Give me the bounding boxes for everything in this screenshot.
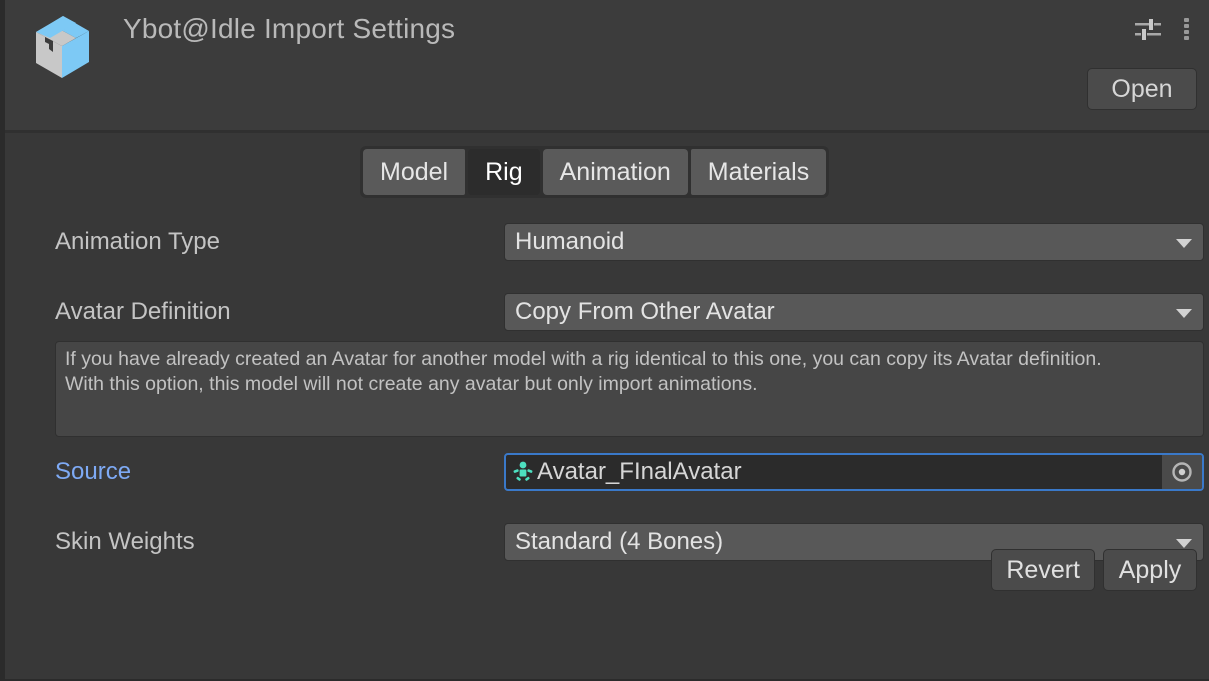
import-settings-tabbar: Model Rig Animation Materials [360,146,830,198]
inspector-header: Ybot@Idle Import Settings Open [5,0,1209,133]
animation-type-dropdown[interactable]: Humanoid [504,223,1204,261]
page-title: Ybot@Idle Import Settings [123,13,456,44]
chevron-down-icon [1176,309,1192,318]
row-avatar-definition: Avatar Definition Copy From Other Avatar [5,293,1209,331]
avatar-humanoid-icon [512,461,534,485]
preset-sliders-icon[interactable] [1133,16,1163,42]
revert-button[interactable]: Revert [991,549,1095,591]
chevron-down-icon [1176,239,1192,248]
source-label: Source [55,458,132,485]
inspector-window: Ybot@Idle Import Settings Open Model Rig… [0,0,1209,681]
tab-rig[interactable]: Rig [468,149,540,195]
tab-materials[interactable]: Materials [690,149,827,195]
apply-button[interactable]: Apply [1103,549,1197,591]
skin-weights-label: Skin Weights [55,528,195,555]
row-source: Source Avatar_FInalAvatar [5,453,1209,491]
animation-type-label: Animation Type [55,228,220,255]
avatar-definition-dropdown[interactable]: Copy From Other Avatar [504,293,1204,331]
animation-type-value: Humanoid [515,228,625,255]
open-button[interactable]: Open [1087,68,1197,110]
tab-animation[interactable]: Animation [542,149,688,195]
source-object-field[interactable]: Avatar_FInalAvatar [504,453,1204,491]
help-box: If you have already created an Avatar fo… [55,341,1204,437]
skin-weights-value: Standard (4 Bones) [515,528,724,555]
inspector-body: Model Rig Animation Materials Animation … [5,133,1209,678]
source-value: Avatar_FInalAvatar [537,458,742,485]
row-animation-type: Animation Type Humanoid [5,223,1209,261]
chevron-down-icon [1176,539,1192,548]
avatar-definition-value: Copy From Other Avatar [515,298,775,325]
kebab-menu-icon[interactable] [1177,16,1195,42]
avatar-definition-label: Avatar Definition [55,298,231,325]
tab-model[interactable]: Model [363,149,466,195]
footer-buttons: Revert Apply [991,549,1197,591]
object-picker-icon[interactable] [1162,455,1202,489]
model-prefab-box-icon [23,6,103,86]
